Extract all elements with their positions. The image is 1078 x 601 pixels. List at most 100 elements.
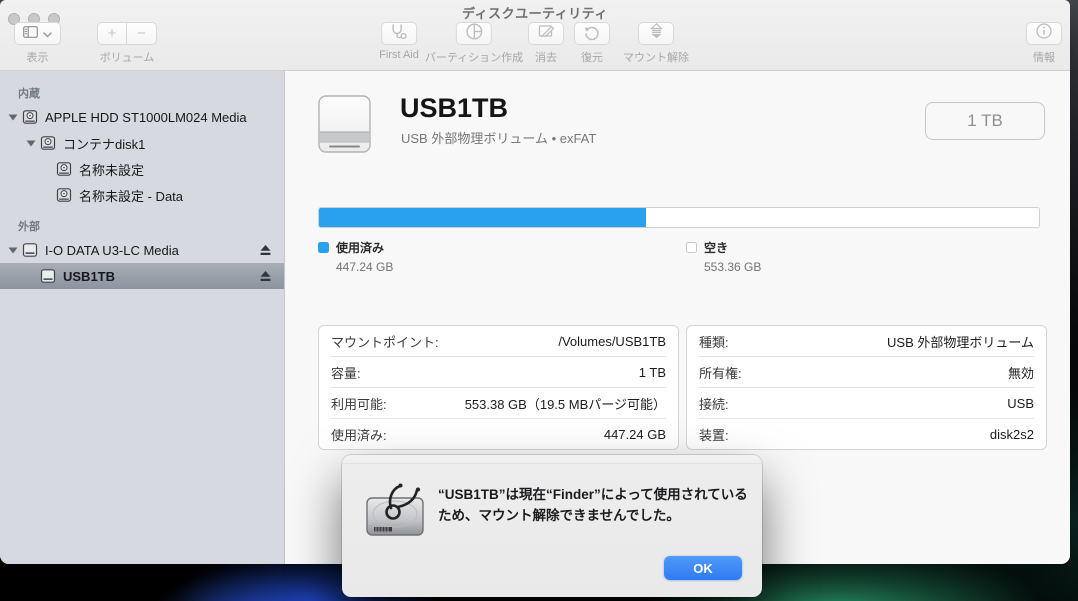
detail-value: disk2s2 bbox=[989, 426, 1034, 442]
first-aid-label: First Aid bbox=[379, 49, 419, 61]
volume-subtitle: USB 外部物理ボリューム • exFAT bbox=[401, 131, 597, 146]
stethoscope-icon bbox=[390, 23, 408, 44]
detail-label: 使用済み: bbox=[331, 427, 387, 443]
remove-volume-button[interactable]: − bbox=[127, 22, 157, 45]
unmount-icon bbox=[649, 22, 663, 44]
first-aid-toolbar-group: First Aid bbox=[379, 22, 419, 61]
restore-label: 復元 bbox=[581, 52, 603, 64]
internal-disk-icon bbox=[40, 136, 56, 150]
info-toolbar-group: 情報 bbox=[1026, 22, 1062, 65]
internal-disk-icon bbox=[56, 188, 72, 202]
eject-icon[interactable] bbox=[260, 244, 271, 256]
detail-row: 種類: USB 外部物理ボリューム bbox=[699, 326, 1034, 357]
unmount-label: マウント解除 bbox=[623, 52, 689, 64]
partition-icon bbox=[465, 22, 483, 45]
partition-label: パーティション作成 bbox=[424, 52, 524, 64]
free-swatch bbox=[686, 242, 697, 253]
sidebar-view-icon bbox=[23, 25, 38, 43]
eject-icon[interactable] bbox=[260, 270, 271, 282]
desktop-wallpaper: ディスクユーティリティ 表示 + − ボリューム First Aid パーティシ… bbox=[0, 0, 1078, 601]
first-aid-button[interactable] bbox=[380, 22, 417, 45]
info-label: 情報 bbox=[1033, 52, 1055, 64]
detail-row: 利用可能: 553.38 GB（19.5 MBパージ可能） bbox=[331, 388, 666, 419]
used-value: 447.24 GB bbox=[336, 260, 394, 274]
toolbar: ディスクユーティリティ 表示 + − ボリューム First Aid パーティシ… bbox=[0, 0, 1070, 71]
detail-row: 容量: 1 TB bbox=[331, 357, 666, 388]
sidebar-item-usb1tb[interactable]: USB1TB bbox=[0, 263, 284, 289]
disclosure-triangle-icon[interactable] bbox=[8, 247, 22, 254]
sidebar-item-label: APPLE HDD ST1000LM024 Media bbox=[45, 109, 247, 125]
erase-icon-button[interactable] bbox=[528, 22, 564, 45]
detail-row: マウントポイント: /Volumes/USB1TB bbox=[331, 326, 666, 357]
volume-label: ボリューム bbox=[99, 52, 155, 64]
sidebar-sections: 内蔵 APPLE HDD ST1000LM024 Media コンテナdisk1 名称… bbox=[0, 81, 284, 289]
window-title: ディスクユーティリティ bbox=[461, 6, 609, 21]
sidebar-item-label: 名称未設定 - Data bbox=[79, 188, 184, 204]
used-label: 使用済み bbox=[336, 241, 385, 255]
sidebar: 内蔵 APPLE HDD ST1000LM024 Media コンテナdisk1 名称… bbox=[0, 71, 285, 564]
restore-icon[interactable] bbox=[574, 22, 610, 45]
usage-bar-used-segment bbox=[319, 208, 646, 227]
sidebar-section-label: 外部 bbox=[18, 221, 40, 233]
unmount-icon-button[interactable] bbox=[638, 22, 674, 45]
disclosure-triangle-icon[interactable] bbox=[8, 114, 22, 121]
detail-value: 1 TB bbox=[638, 364, 666, 380]
partition-toolbar-group: パーティション作成 bbox=[425, 22, 523, 65]
erase-toolbar-group: 消去 bbox=[528, 22, 564, 65]
chevron-down-icon bbox=[43, 25, 52, 43]
eraser-icon bbox=[538, 24, 555, 44]
detail-value: USB 外部物理ボリューム bbox=[887, 334, 1034, 350]
detail-row: 所有権: 無効 bbox=[699, 357, 1034, 388]
view-button[interactable] bbox=[14, 22, 61, 45]
sidebar-item-[interactable]: 名称未設定 bbox=[0, 156, 284, 182]
sidebar-item-apple-hdd-st1000lm024-media[interactable]: APPLE HDD ST1000LM024 Media bbox=[0, 104, 284, 130]
unmount-toolbar-group: マウント解除 bbox=[623, 22, 689, 65]
sidebar-section-: 内蔵 APPLE HDD ST1000LM024 Media コンテナdisk1 名称… bbox=[0, 81, 284, 208]
minus-icon: − bbox=[137, 25, 146, 42]
external-drive-icon bbox=[318, 95, 371, 158]
volume-title: USB1TB bbox=[400, 93, 509, 123]
detail-row: 使用済み: 447.24 GB bbox=[331, 419, 666, 449]
detail-label: マウントポイント: bbox=[331, 334, 439, 350]
external-disk-icon bbox=[40, 269, 56, 283]
used-swatch bbox=[318, 242, 329, 253]
sidebar-item-label: I-O DATA U3-LC Media bbox=[45, 242, 179, 258]
legend-free: 空き bbox=[686, 239, 728, 256]
sidebar-item-label: コンテナdisk1 bbox=[63, 136, 146, 152]
erase-label: 消去 bbox=[535, 52, 557, 64]
sidebar-section-: 外部 I-O DATA U3-LC Media USB1TB bbox=[0, 214, 284, 289]
detail-value: USB bbox=[1007, 395, 1034, 411]
plus-icon: + bbox=[107, 25, 117, 42]
free-label: 空き bbox=[704, 241, 729, 255]
detail-label: 接続: bbox=[699, 396, 729, 412]
volume-toolbar-group: + − ボリューム bbox=[97, 22, 157, 65]
detail-label: 利用可能: bbox=[331, 396, 387, 412]
detail-label: 容量: bbox=[331, 365, 361, 381]
capacity-badge: 1 TB bbox=[925, 102, 1045, 140]
detail-row: 装置: disk2s2 bbox=[699, 419, 1034, 449]
dialog-titlebar bbox=[342, 455, 762, 464]
sidebar-item-label: USB1TB bbox=[63, 268, 116, 284]
info-button[interactable] bbox=[1026, 22, 1062, 45]
partition-icon-button[interactable] bbox=[456, 22, 492, 45]
sidebar-item-disk1[interactable]: コンテナdisk1 bbox=[0, 130, 284, 156]
detail-value: 無効 bbox=[1007, 365, 1034, 381]
restore-toolbar-group: 復元 bbox=[574, 22, 610, 65]
detail-value: 447.24 GB bbox=[603, 426, 666, 442]
add-volume-button[interactable]: + bbox=[97, 22, 127, 45]
disclosure-triangle-icon[interactable] bbox=[26, 140, 40, 147]
disk-utility-app-icon bbox=[362, 481, 428, 550]
details-table-left: マウントポイント: /Volumes/USB1TB 容量: 1 TB 利用可能: 553.… bbox=[318, 325, 679, 450]
sidebar-item-i-o-data-u3-lc-media[interactable]: I-O DATA U3-LC Media bbox=[0, 237, 284, 263]
ok-button[interactable]: OK bbox=[664, 556, 742, 580]
sidebar-item-data[interactable]: 名称未設定 - Data bbox=[0, 182, 284, 208]
detail-row: 接続: USB bbox=[699, 388, 1034, 419]
internal-disk-icon bbox=[56, 162, 72, 176]
usage-bar bbox=[318, 207, 1040, 228]
sidebar-item-label: 名称未設定 bbox=[79, 162, 145, 178]
details-table-right: 種類: USB 外部物理ボリューム 所有権: 無効接続: USB 装置: disk2s2 bbox=[686, 325, 1047, 450]
view-label: 表示 bbox=[26, 52, 49, 64]
view-toolbar-group: 表示 bbox=[14, 22, 61, 65]
dialog-message: “USB1TB”は現在“Finder”によって使用されているため、マウント解除で… bbox=[438, 487, 748, 523]
detail-label: 装置: bbox=[699, 427, 729, 443]
